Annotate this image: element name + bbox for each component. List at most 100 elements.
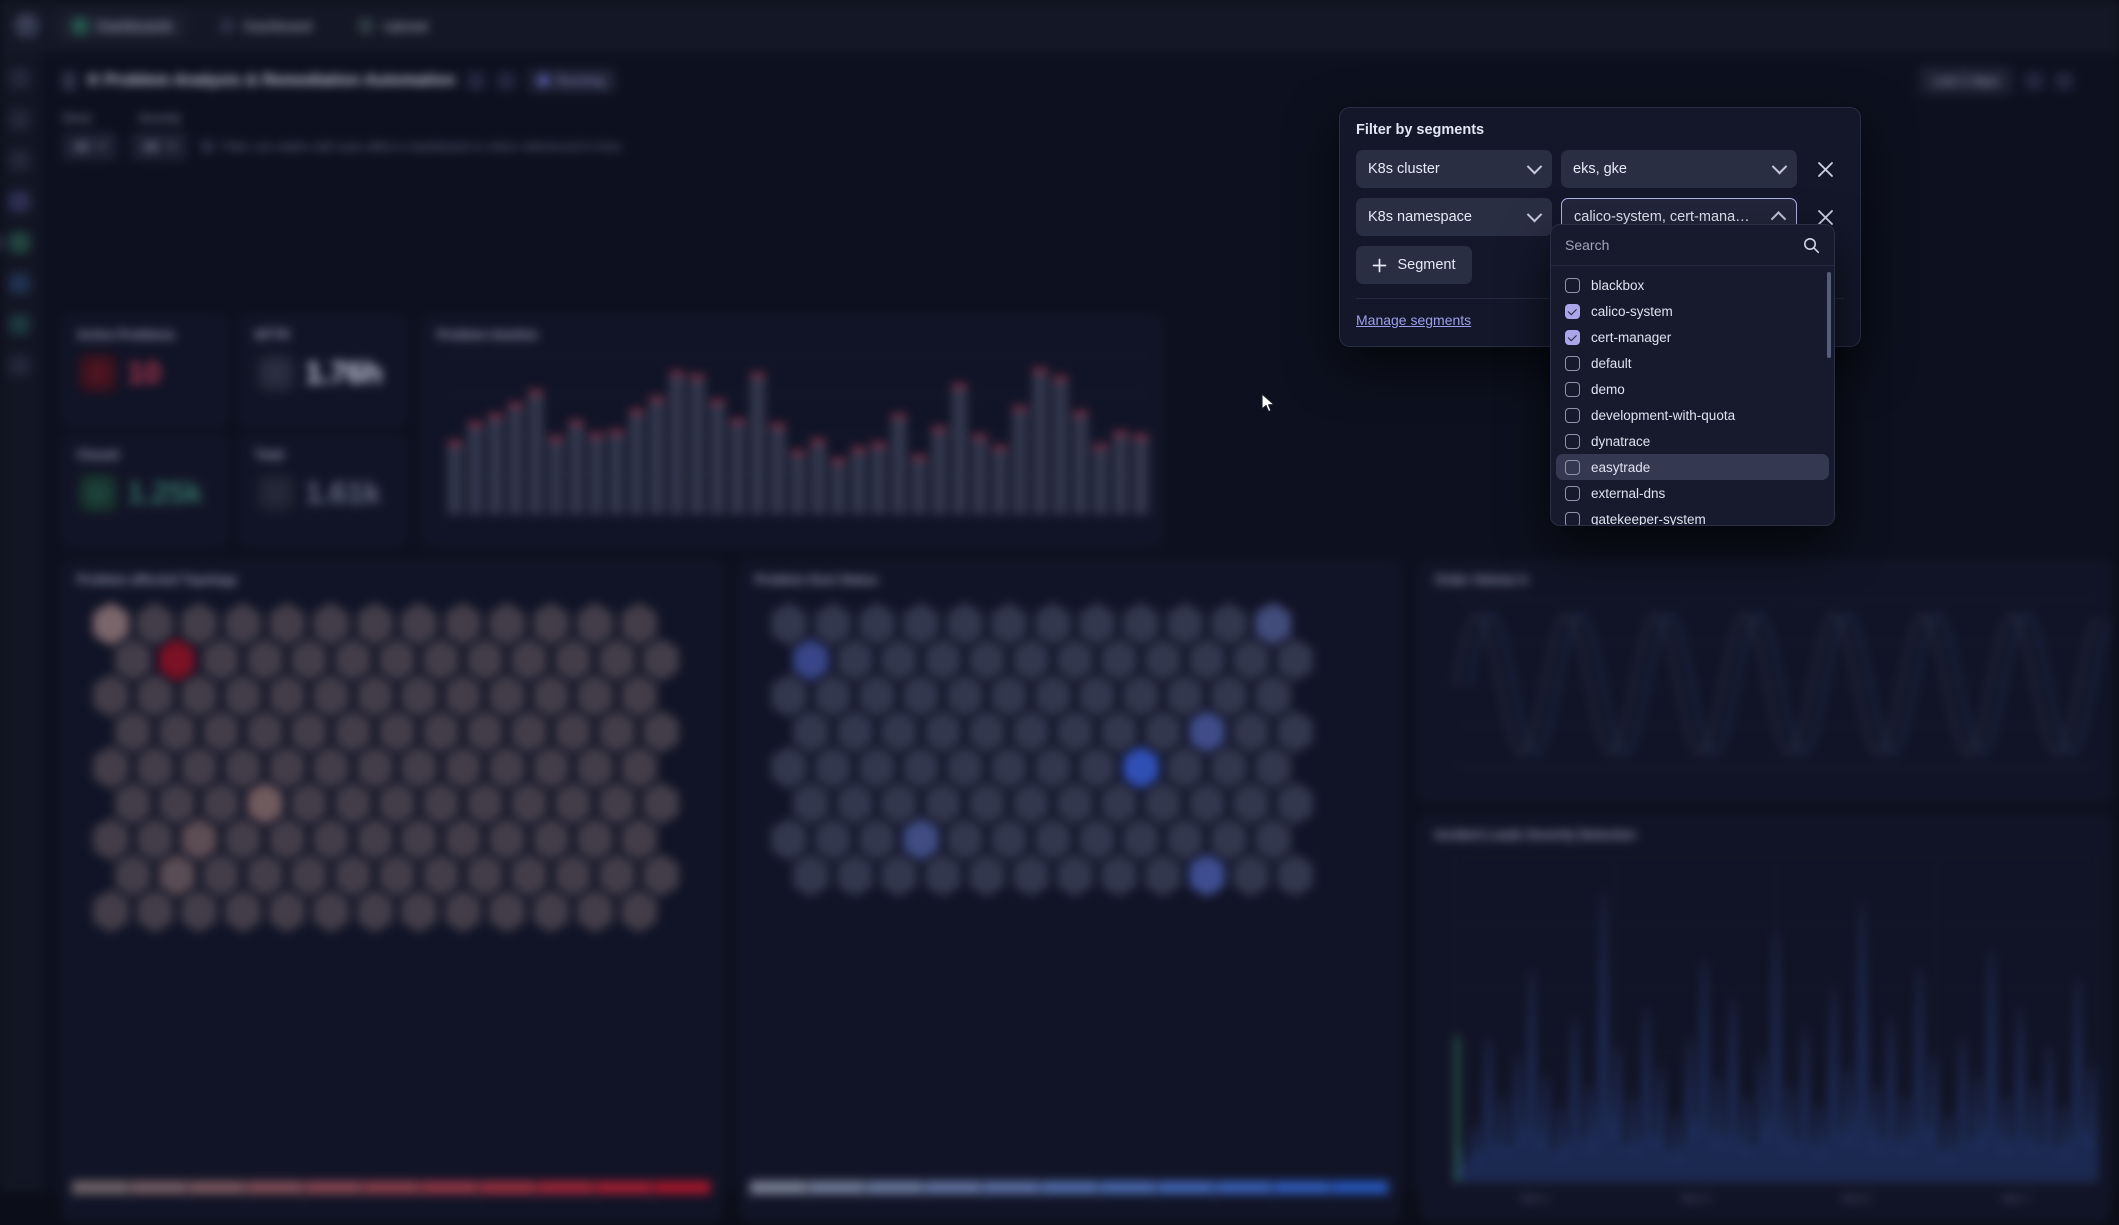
kpi-tile-closed[interactable]: Closed 1.25k (62, 436, 227, 546)
close-icon (1816, 160, 1835, 179)
dropdown-option[interactable]: dynatrace (1556, 428, 1829, 454)
dropdown-option[interactable]: default (1556, 350, 1829, 376)
checkbox[interactable] (1565, 356, 1580, 371)
namespace-dropdown: blackbox calico-system cert-managerdefault… (1550, 224, 1835, 526)
topology-color-legend (63, 1167, 721, 1225)
chevron-down-icon (166, 139, 176, 149)
segment-value-label: eks, gke (1573, 161, 1627, 177)
tab-upload[interactable]: Upload (344, 12, 441, 40)
segment-key-select-cluster[interactable]: K8s cluster (1356, 150, 1552, 188)
plus-icon (1372, 258, 1387, 273)
chevron-down-icon (97, 139, 107, 149)
chevron-down-icon (1527, 158, 1543, 174)
edit-icon[interactable] (2025, 72, 2043, 90)
chevron-down-icon (1772, 158, 1788, 174)
filter-severity-select[interactable]: All (131, 132, 186, 161)
remove-segment-cluster-button[interactable] (1806, 150, 1844, 188)
panel-title: Problem Host Status (741, 562, 1399, 587)
share-icon[interactable] (497, 72, 515, 90)
dropdown-option[interactable]: cert-manager (1556, 324, 1829, 350)
dropdown-option[interactable]: external-dns (1556, 480, 1829, 506)
kpi-tile-total[interactable]: Total 1.61k (240, 436, 405, 546)
manage-segments-link[interactable]: Manage segments (1356, 312, 1471, 328)
problem-diamond-icon (79, 354, 117, 392)
search-input[interactable] (1565, 237, 1803, 253)
dropdown-option-list[interactable]: blackbox calico-system cert-managerdefault… (1551, 266, 1834, 525)
grid-icon (72, 18, 88, 34)
kpi-tile-mttr[interactable]: MTTR 1.76h (240, 316, 405, 426)
kpi-title: MTTR (241, 317, 404, 342)
panel-title: Problem affected Topology (63, 562, 721, 587)
kpi-tile-active-problems[interactable]: Active Problems 10 (62, 316, 227, 426)
panel-problem-timeline[interactable]: Problem timeline (422, 316, 1162, 546)
dropdown-search-row (1551, 225, 1834, 266)
kpi-value: 1.61k (305, 475, 380, 511)
check-circle-icon (257, 474, 295, 512)
segment-value-select-cluster[interactable]: eks, gke (1561, 150, 1797, 188)
checkbox[interactable] (1565, 408, 1580, 423)
filter-hint: Filter can widen with auto affect a dash… (201, 140, 621, 154)
segment-key-select-namespace[interactable]: K8s namespace (1356, 198, 1552, 236)
svg-text:Nov 5: Nov 5 (1842, 1193, 1871, 1205)
sidebar-item-data[interactable] (9, 273, 30, 294)
dropdown-option[interactable]: blackbox (1556, 272, 1829, 298)
checkbox[interactable] (1565, 512, 1580, 526)
checkbox[interactable] (1565, 304, 1580, 319)
page-title: K Problem Analysis & Remediation Automat… (88, 72, 455, 90)
dropdown-option[interactable]: demo (1556, 376, 1829, 402)
sidebar-item-dashboards[interactable] (9, 232, 30, 253)
panel-affected-topology[interactable]: Problem affected Topology (62, 561, 722, 1221)
tab-dashboard[interactable]: Dashboard (205, 12, 327, 40)
panel-order-volume[interactable]: Order Volume b (1420, 561, 2110, 801)
order-volume-chart (1421, 587, 2109, 795)
clock-icon (219, 18, 235, 34)
dropdown-option-label: demo (1591, 382, 1625, 397)
app-logo-icon[interactable] (14, 13, 40, 39)
chevron-down-icon (1527, 206, 1543, 222)
search-icon[interactable] (1803, 237, 1820, 254)
sidebar-item-notebooks[interactable] (9, 191, 30, 212)
dropdown-option[interactable]: calico-system (1556, 298, 1829, 324)
dashboard-header-actions: Last 2 days (1919, 66, 2098, 95)
timer-icon (257, 354, 295, 392)
tab-upload-label: Upload (383, 18, 427, 34)
segment-key-label: K8s namespace (1368, 209, 1472, 225)
more-options-icon[interactable] (467, 72, 485, 90)
kebab-menu-icon[interactable] (2055, 72, 2073, 90)
dropdown-option[interactable]: gatekeeper-system (1556, 506, 1829, 525)
tab-dashboards[interactable]: Dashboards (58, 12, 187, 40)
dropdown-option-label: dynatrace (1591, 434, 1650, 449)
checkbox[interactable] (1565, 434, 1580, 449)
mouse-cursor (1258, 392, 1280, 418)
sidebar-item-settings[interactable] (9, 355, 30, 376)
timeframe-selector[interactable]: Last 2 days (1919, 66, 2014, 95)
dropdown-scrollbar[interactable] (1827, 272, 1831, 358)
sidebar-item-cloud[interactable] (9, 109, 30, 130)
kpi-title: Total (241, 437, 404, 462)
status-badge-label: Running (556, 73, 604, 88)
panel-host-status[interactable]: Problem Host Status (740, 561, 1400, 1221)
checkbox[interactable] (1565, 278, 1580, 293)
checkbox[interactable] (1565, 382, 1580, 397)
dropdown-option[interactable]: development-with-quota (1556, 402, 1829, 428)
add-segment-label: Segment (1397, 257, 1455, 273)
checkbox[interactable] (1565, 460, 1580, 475)
dropdown-option[interactable]: easytrade (1556, 454, 1829, 480)
dropdown-option-label: calico-system (1591, 304, 1673, 319)
filter-show-value: All (74, 139, 88, 154)
panel-incident-loads[interactable]: Incident Loads Severity Detection Nov 1N… (1420, 816, 2110, 1221)
host-status-hex-heatmap (741, 587, 1399, 1167)
filter-show-select[interactable]: All (62, 132, 117, 161)
filter-label-show: Show (62, 111, 92, 125)
panel-title: Incident Loads Severity Detection (1421, 817, 2109, 842)
checkbox[interactable] (1565, 330, 1580, 345)
sidebar-item-apps[interactable] (9, 150, 30, 171)
kpi-title: Active Problems (63, 317, 226, 342)
add-segment-button[interactable]: Segment (1356, 246, 1472, 284)
sidebar-item-search[interactable] (9, 68, 30, 89)
checkbox[interactable] (1565, 486, 1580, 501)
sidebar-item-automation[interactable] (9, 314, 30, 335)
segment-value-label: calico-system, cert-mana… (1574, 209, 1750, 225)
dropdown-option-label: development-with-quota (1591, 408, 1735, 423)
segment-row-cluster: K8s cluster eks, gke (1356, 150, 1844, 188)
